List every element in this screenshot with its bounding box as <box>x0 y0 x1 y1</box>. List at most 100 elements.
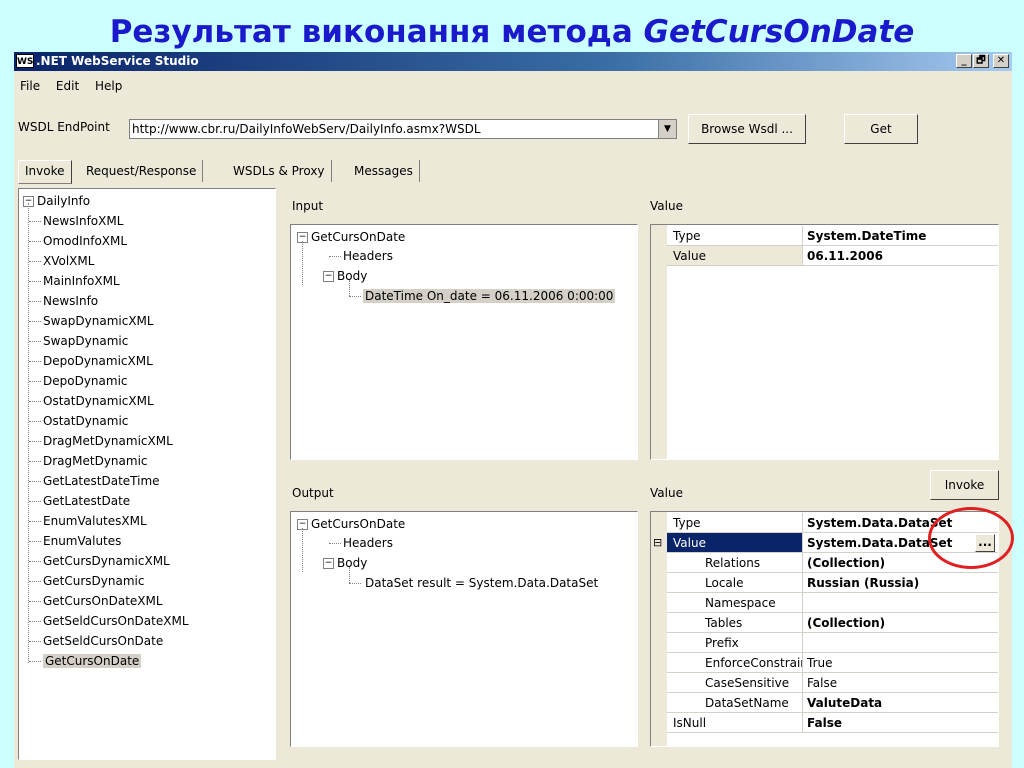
output-tree-root[interactable]: − GetCursOnDate <box>297 514 405 534</box>
output-body-node[interactable]: − Body <box>323 553 367 573</box>
grid-value[interactable]: 06.11.2006 <box>803 246 998 266</box>
tree-guide-line <box>29 501 41 502</box>
grid-key: IsNull <box>667 713 803 733</box>
endpoint-combobox[interactable]: http://www.cbr.ru/DailyInfoWebServ/Daily… <box>129 119 677 139</box>
tree-guide-line <box>29 221 41 222</box>
method-item-label: SwapDynamic <box>43 334 129 348</box>
method-item[interactable]: GetLatestDateTime <box>43 471 160 491</box>
method-item[interactable]: EnumValutes <box>43 531 121 551</box>
input-headers-node[interactable]: Headers <box>343 246 393 266</box>
output-value-label: Value <box>650 486 683 500</box>
menu-help[interactable]: Help <box>95 79 122 93</box>
method-item[interactable]: XVolXML <box>43 251 94 271</box>
menu-edit[interactable]: Edit <box>56 79 79 93</box>
grid-key: Type <box>667 226 803 246</box>
method-item[interactable]: NewsInfo <box>43 291 98 311</box>
grid-value: False <box>803 673 998 693</box>
method-item[interactable]: SwapDynamicXML <box>43 311 154 331</box>
output-body-label: Body <box>337 556 368 570</box>
method-item-label: NewsInfo <box>43 294 99 308</box>
method-item[interactable]: OstatDynamic <box>43 411 128 431</box>
input-param-node[interactable]: DateTime On_date = 06.11.2006 0:00:00 <box>363 286 616 306</box>
tree-guide-line <box>302 241 303 285</box>
grid-value <box>803 593 998 613</box>
input-label: Input <box>292 199 324 213</box>
tree-guide-line <box>29 321 41 322</box>
close-button[interactable]: ✕ <box>993 54 1009 68</box>
tab-invoke[interactable]: Invoke <box>18 160 72 184</box>
grid-row[interactable]: Value 06.11.2006 <box>651 246 998 266</box>
grid-row[interactable]: Tables (Collection) <box>651 613 998 633</box>
method-item[interactable]: EnumValutesXML <box>43 511 147 531</box>
tree-guide-line <box>329 256 341 257</box>
tab-wsdls-proxy[interactable]: WSDLs & Proxy <box>227 160 332 182</box>
output-result-node[interactable]: DataSet result = System.Data.DataSet <box>365 573 598 593</box>
method-item[interactable]: OstatDynamicXML <box>43 391 154 411</box>
collapse-icon[interactable]: − <box>323 271 334 282</box>
method-item-label: XVolXML <box>43 254 95 268</box>
tab-messages[interactable]: Messages <box>348 160 420 182</box>
method-item[interactable]: GetCursDynamic <box>43 571 144 591</box>
tree-guide-line <box>29 601 41 602</box>
grid-row[interactable]: Type System.DateTime <box>651 226 998 246</box>
menu-file[interactable]: File <box>20 79 40 93</box>
endpoint-label: WSDL EndPoint <box>18 120 110 134</box>
grid-key: Value <box>667 533 803 553</box>
method-item[interactable]: GetCursOnDateXML <box>43 591 163 611</box>
grid-row[interactable]: Locale Russian (Russia) <box>651 573 998 593</box>
grid-row[interactable]: Namespace <box>651 593 998 613</box>
invoke-button[interactable]: Invoke <box>930 470 999 500</box>
title-bar: WS .NET WebService Studio _ 🗗 ✕ <box>14 52 1012 71</box>
output-tree: − GetCursOnDate Headers − Body DataSet res… <box>290 511 638 747</box>
grid-row[interactable]: Prefix <box>651 633 998 653</box>
tree-guide-line <box>349 280 350 296</box>
app-window: WS .NET WebService Studio _ 🗗 ✕ File Edi… <box>14 52 1014 768</box>
input-body-node[interactable]: − Body <box>323 266 367 286</box>
method-item[interactable]: DepoDynamicXML <box>43 351 153 371</box>
method-item-label: NewsInfoXML <box>43 214 124 228</box>
grid-row[interactable]: CaseSensitive False <box>651 673 998 693</box>
minimize-button[interactable]: _ <box>956 54 972 68</box>
tree-guide-line <box>329 543 341 544</box>
collapse-icon[interactable]: − <box>323 558 334 569</box>
method-item[interactable]: NewsInfoXML <box>43 211 123 231</box>
method-item[interactable]: GetSeldCursOnDate <box>43 631 163 651</box>
input-tree: − GetCursOnDate Headers − Body DateTime On… <box>290 224 638 460</box>
grid-key: Value <box>667 246 803 266</box>
method-item[interactable]: GetCursDynamicXML <box>43 551 170 571</box>
method-item-label: DragMetDynamicXML <box>43 434 173 448</box>
collapse-icon[interactable]: ⊟ <box>653 533 662 553</box>
method-item[interactable]: DragMetDynamic <box>43 451 148 471</box>
output-headers-node[interactable]: Headers <box>343 533 393 553</box>
method-item[interactable]: GetLatestDate <box>43 491 130 511</box>
grid-row[interactable]: EnforceConstraintsTrue <box>651 653 998 673</box>
grid-key: Namespace <box>667 593 803 613</box>
method-item[interactable]: GetCursOnDate <box>43 651 142 671</box>
chevron-down-icon[interactable]: ▼ <box>658 120 676 138</box>
restore-button[interactable]: 🗗 <box>973 54 989 68</box>
tree-guide-line <box>349 296 361 297</box>
grid-row[interactable]: DataSetName ValuteData <box>651 693 998 713</box>
tree-root[interactable]: − DailyInfo <box>23 191 90 211</box>
method-item-label: GetSeldCursOnDateXML <box>43 614 189 628</box>
method-item-label: OstatDynamicXML <box>43 394 154 408</box>
get-button[interactable]: Get <box>844 114 918 144</box>
method-item-label: GetLatestDate <box>43 494 131 508</box>
tab-request-response[interactable]: Request/Response <box>80 160 204 182</box>
grid-key: DataSetName <box>667 693 803 713</box>
tree-guide-line <box>302 528 303 572</box>
tree-guide-line <box>28 203 29 663</box>
slide-title: Результат виконання метода GetCursOnDate <box>109 14 915 50</box>
browse-wsdl-button[interactable]: Browse Wsdl ... <box>688 114 806 144</box>
grid-row[interactable]: IsNull False <box>651 713 998 733</box>
method-item[interactable]: DepoDynamic <box>43 371 128 391</box>
method-item-label: MainInfoXML <box>43 274 120 288</box>
output-label: Output <box>292 486 334 500</box>
method-item[interactable]: GetSeldCursOnDateXML <box>43 611 189 631</box>
method-item[interactable]: SwapDynamic <box>43 331 128 351</box>
method-item[interactable]: DragMetDynamicXML <box>43 431 173 451</box>
method-item[interactable]: OmodInfoXML <box>43 231 127 251</box>
input-tree-root[interactable]: − GetCursOnDate <box>297 227 405 247</box>
method-item[interactable]: MainInfoXML <box>43 271 120 291</box>
tree-guide-line <box>29 421 41 422</box>
